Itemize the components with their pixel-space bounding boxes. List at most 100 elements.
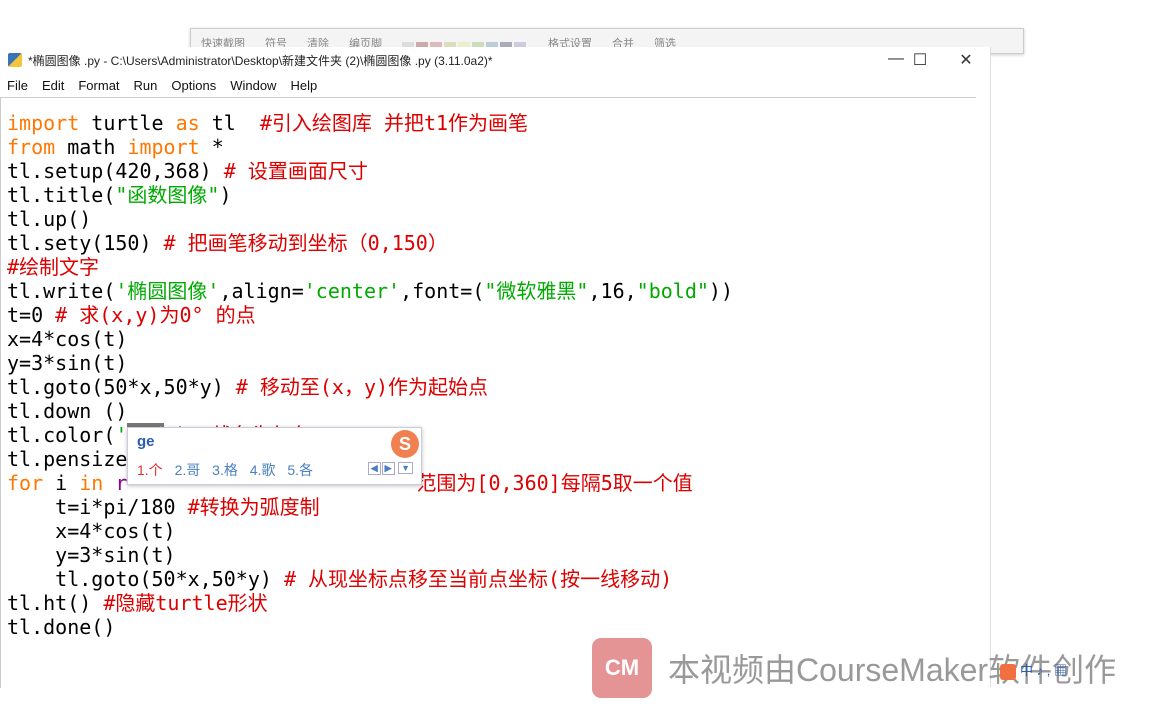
code-token: #隐藏turtle形状 xyxy=(103,591,268,615)
ime-candidate[interactable]: 5.各 xyxy=(287,462,313,478)
code-line: tl.sety(150) # 把画笔移动到坐标（0,150） xyxy=(7,231,448,255)
code-token: * xyxy=(199,135,224,159)
code-token: tl.write( xyxy=(7,279,116,303)
code-line: t=i*pi/180 #转换为弧度制 xyxy=(7,495,320,519)
ime-status-text: 中 ♪ , ▦ xyxy=(1020,663,1067,678)
code-token: t=i*pi/180 xyxy=(7,495,188,519)
code-editor[interactable]: import turtle as tl #引入绘图库 并把t1作为画笔 from … xyxy=(0,97,976,688)
python-icon xyxy=(8,53,22,67)
prev-page-icon[interactable]: ◀ xyxy=(367,462,381,475)
code-token: r xyxy=(103,471,128,495)
code-token: for xyxy=(7,471,44,495)
code-line: t=0 # 求(x,y)为0° 的点 xyxy=(7,303,256,327)
code-token: )) xyxy=(708,279,733,303)
code-token: tl.ht() xyxy=(7,591,104,615)
menu-bar: File Edit Format Run Options Window Help xyxy=(0,73,990,97)
code-token: import xyxy=(7,111,80,135)
code-token: ,font=( xyxy=(400,279,485,303)
code-token: tl.up() xyxy=(7,207,92,231)
code-token: tl.pensize xyxy=(7,447,128,471)
code-token: #引入绘图库 并把t1作为画笔 xyxy=(259,111,529,135)
code-token: x=4*cos(t) xyxy=(7,519,176,543)
menu-window[interactable]: Window xyxy=(230,78,276,93)
code-token: 'center' xyxy=(303,279,401,303)
ime-candidate-popup: ge S 1.个 2.哥 3.格 4.歌 5.各 ◀ ▶ ▼ xyxy=(127,427,422,485)
code-token: tl.title( xyxy=(7,183,116,207)
code-line: tl.up() xyxy=(7,207,91,231)
code-token: math xyxy=(55,135,128,159)
sogou-icon xyxy=(1000,663,1016,680)
title-bar: *椭圆图像 .py - C:\Users\Administrator\Deskt… xyxy=(0,47,990,73)
code-token: tl.goto(50*x,50*y) xyxy=(7,375,236,399)
code-line: tl.write('椭圆图像',align='center',font=("微软… xyxy=(7,279,733,303)
code-token: ,align= xyxy=(219,279,304,303)
ime-candidate[interactable]: 4.歌 xyxy=(250,462,276,478)
window-title: *椭圆图像 .py - C:\Users\Administrator\Deskt… xyxy=(28,53,493,68)
ime-candidate[interactable]: 1.个 xyxy=(137,462,163,478)
menu-help[interactable]: Help xyxy=(290,78,317,93)
code-token: '椭圆图像' xyxy=(115,279,220,303)
menu-file[interactable]: File xyxy=(7,78,28,93)
ime-candidate[interactable]: 2.哥 xyxy=(175,462,201,478)
code-token: tl.goto(50*x,50*y) xyxy=(7,567,284,591)
code-line: tl.pensize xyxy=(7,447,127,471)
code-line: y=3*sin(t) xyxy=(7,351,127,375)
code-token: t=0 xyxy=(7,303,56,327)
code-line: x=4*cos(t) xyxy=(7,327,127,351)
code-token: # 移动至(x，y)作为起始点 xyxy=(235,375,489,399)
code-token: #绘制文字 xyxy=(7,255,100,279)
menu-run[interactable]: Run xyxy=(134,78,158,93)
code-line: y=3*sin(t) xyxy=(7,543,176,567)
code-token: i xyxy=(43,471,80,495)
code-line: from math import * xyxy=(7,135,224,159)
code-line: tl.title("函数图像") xyxy=(7,183,232,207)
code-token: # 求(x,y)为0° 的点 xyxy=(55,303,256,327)
code-line: tl.ht() #隐藏turtle形状 xyxy=(7,591,268,615)
code-token: from xyxy=(7,135,56,159)
ime-composition: ge xyxy=(137,433,155,450)
code-token: #转换为弧度制 xyxy=(187,495,320,519)
menu-edit[interactable]: Edit xyxy=(42,78,64,93)
code-line: tl.setup(420,368) # 设置画面尺寸 xyxy=(7,159,368,183)
ime-candidate[interactable]: 3.格 xyxy=(212,462,238,478)
code-line: #绘制文字 xyxy=(7,255,99,279)
code-line: tl.goto(50*x,50*y) # 从现坐标点移至当前点坐标(按一线移动) xyxy=(7,567,672,591)
code-token: as xyxy=(175,111,200,135)
code-token: y=3*sin(t) xyxy=(7,351,128,375)
code-token: in xyxy=(79,471,104,495)
menu-format[interactable]: Format xyxy=(78,78,119,93)
code-line: import turtle as tl #引入绘图库 并把t1作为画笔 xyxy=(7,111,528,135)
code-token: ,16, xyxy=(588,279,637,303)
code-token: tl.done() xyxy=(7,615,116,639)
code-line: tl.done() xyxy=(7,615,115,639)
code-token: turtle xyxy=(79,111,176,135)
code-token: tl.setup(420,368) xyxy=(7,159,224,183)
code-line: tl.down () xyxy=(7,399,127,423)
code-token: # 把画笔移动到坐标（0,150） xyxy=(163,231,448,255)
code-token: tl.sety(150) xyxy=(7,231,164,255)
code-token: "bold" xyxy=(636,279,709,303)
code-token: ' xyxy=(115,423,128,447)
expand-icon[interactable]: ▼ xyxy=(398,462,413,474)
next-page-icon[interactable]: ▶ xyxy=(381,462,395,475)
code-token: # 从现坐标点移至当前点坐标(按一线移动) xyxy=(283,567,673,591)
code-token: tl.color( xyxy=(7,423,116,447)
code-token: x=4*cos(t) xyxy=(7,327,128,351)
code-line: tl.goto(50*x,50*y) # 移动至(x，y)作为起始点 xyxy=(7,375,488,399)
close-button[interactable]: ✕ xyxy=(943,50,989,70)
code-line: x=4*cos(t) xyxy=(7,519,176,543)
sogou-logo-icon: S xyxy=(391,430,419,458)
code-token: tl.down () xyxy=(7,399,128,423)
code-token: 范围为[0,360]每隔5取一个值 xyxy=(416,471,693,495)
menu-options[interactable]: Options xyxy=(171,78,216,93)
code-token: import xyxy=(127,135,200,159)
code-token: # 设置画面尺寸 xyxy=(223,159,368,183)
idle-editor-window: *椭圆图像 .py - C:\Users\Administrator\Deskt… xyxy=(0,47,991,688)
code-token: "微软雅黑" xyxy=(484,279,589,303)
code-token: y=3*sin(t) xyxy=(7,543,176,567)
ime-status-bar[interactable]: 中 ♪ , ▦ xyxy=(1000,660,1067,680)
code-token: tl xyxy=(199,111,260,135)
maximize-button[interactable]: ☐ xyxy=(897,50,943,70)
coursemaker-logo: CM xyxy=(592,638,652,698)
code-token: "函数图像" xyxy=(115,183,220,207)
